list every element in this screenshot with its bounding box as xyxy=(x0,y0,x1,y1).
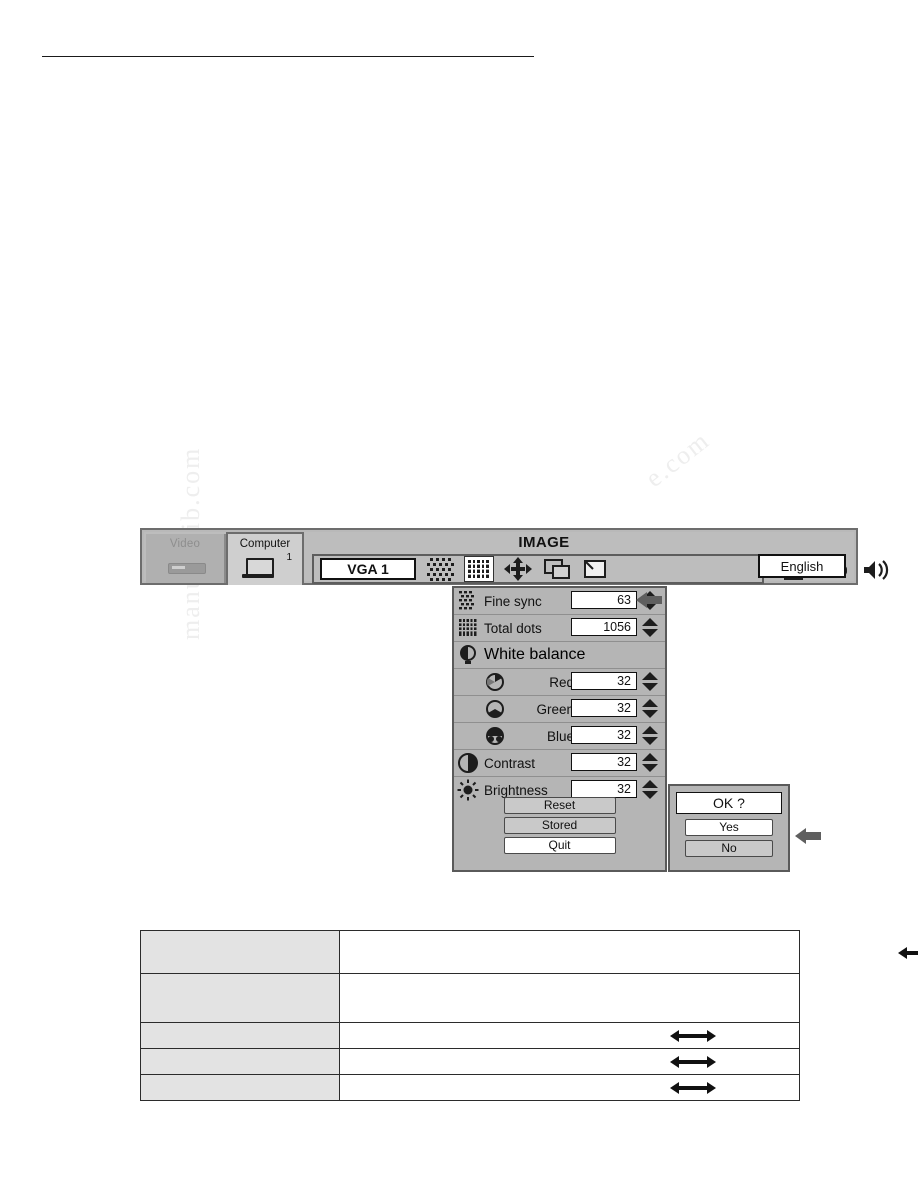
value-contrast[interactable]: 32 xyxy=(571,753,637,771)
stored-button[interactable]: Stored xyxy=(503,817,616,834)
spinner-contrast[interactable] xyxy=(642,753,660,772)
laptop-icon xyxy=(242,558,274,582)
total-dots-icon[interactable] xyxy=(464,556,494,582)
page-title: IMAGE xyxy=(518,534,570,551)
row-label-fine-sync: Fine sync xyxy=(484,593,542,609)
value-total-dots[interactable]: 1056 xyxy=(571,618,637,636)
quit-button[interactable]: Quit xyxy=(503,837,616,854)
screen-icon[interactable] xyxy=(542,556,572,582)
pointer-arrow-yes xyxy=(795,828,821,844)
double-arrow-icon xyxy=(670,1056,716,1068)
table-row xyxy=(140,1022,800,1049)
osd-menu-bar-inner: Video Computer 1 IMAGE VGA 1 English xyxy=(144,532,889,585)
yes-button[interactable]: Yes xyxy=(685,819,773,836)
reset-button[interactable]: Reset xyxy=(503,797,616,814)
vcr-icon xyxy=(168,560,206,574)
value-green[interactable]: 32 xyxy=(571,699,637,717)
row-contrast[interactable]: Contrast 32 xyxy=(454,750,665,777)
no-button[interactable]: No xyxy=(685,840,773,857)
tab-computer-number: 1 xyxy=(286,552,292,563)
green-icon xyxy=(484,698,508,720)
volume-icon[interactable] xyxy=(861,557,897,583)
row-fine-sync[interactable]: Fine sync 63 xyxy=(454,588,665,615)
red-icon xyxy=(484,671,508,693)
osd-icon-group: VGA 1 xyxy=(312,554,764,584)
position-icon[interactable] xyxy=(503,556,533,582)
fine-sync-icon[interactable] xyxy=(425,556,455,582)
double-arrow-icon xyxy=(670,1082,716,1094)
row-label-blue: Blue xyxy=(546,728,574,744)
row-green[interactable]: Green 32 xyxy=(454,696,665,723)
confirm-dialog: OK ? Yes No xyxy=(668,784,790,872)
blue-icon xyxy=(484,725,508,747)
row-red[interactable]: Red 32 xyxy=(454,669,665,696)
table-cell-content xyxy=(339,930,918,974)
value-fine-sync[interactable]: 63 xyxy=(571,591,637,609)
double-arrow-icon xyxy=(670,1030,716,1042)
fine-sync-icon xyxy=(456,589,482,613)
pointer-arrow-fine-sync xyxy=(636,592,662,608)
spinner-blue[interactable] xyxy=(642,726,660,745)
table-cell-label xyxy=(140,973,340,1023)
row-label-red: Red xyxy=(549,674,574,690)
table-row xyxy=(140,1048,800,1075)
table-cell-content xyxy=(339,1074,800,1101)
tab-video[interactable]: Video xyxy=(146,534,226,583)
table-cell-label xyxy=(140,1048,340,1075)
table-cell-content xyxy=(339,1022,800,1049)
image-adjust-buttons: Reset Stored Quit xyxy=(454,788,665,857)
double-arrow-icon xyxy=(898,947,918,959)
value-red[interactable]: 32 xyxy=(571,672,637,690)
table-cell-label xyxy=(140,1074,340,1101)
contrast-icon xyxy=(456,751,482,775)
tab-video-label: Video xyxy=(169,538,201,550)
blank-icon[interactable] xyxy=(581,556,611,582)
watermark-right: e.com xyxy=(640,425,716,493)
tab-computer-label: Computer xyxy=(239,538,291,550)
row-label-contrast: Contrast xyxy=(484,755,536,771)
row-total-dots[interactable]: Total dots 1056 xyxy=(454,615,665,642)
table-cell-content xyxy=(339,1048,800,1075)
row-label-total-dots: Total dots xyxy=(484,620,542,636)
row-white-balance: White balance xyxy=(454,642,665,669)
total-dots-icon xyxy=(456,616,482,640)
spinner-total-dots[interactable] xyxy=(642,618,660,637)
row-blue[interactable]: Blue 32 xyxy=(454,723,665,750)
white-balance-icon xyxy=(456,643,482,667)
table-cell-label xyxy=(140,1022,340,1049)
spinner-red[interactable] xyxy=(642,672,660,691)
tab-computer[interactable]: Computer 1 xyxy=(226,532,304,585)
confirm-title: OK ? xyxy=(676,792,782,814)
spinner-green[interactable] xyxy=(642,699,660,718)
table-cell-label xyxy=(140,930,340,974)
language-value[interactable]: English xyxy=(758,554,846,578)
value-blue[interactable]: 32 xyxy=(571,726,637,744)
row-label-white-balance: White balance xyxy=(484,646,586,663)
osd-menu-bar: Video Computer 1 IMAGE VGA 1 English xyxy=(140,528,889,585)
row-label-green: Green xyxy=(536,701,574,717)
image-adjust-panel: Fine sync 63 Total dots 1056 White balan… xyxy=(452,586,667,872)
table-row xyxy=(140,1074,800,1101)
table-cell-content xyxy=(339,973,800,1023)
bottom-table xyxy=(140,930,918,1101)
source-value[interactable]: VGA 1 xyxy=(320,558,416,580)
table-row xyxy=(140,973,800,1023)
table-row xyxy=(140,930,918,974)
header-rule xyxy=(42,56,534,57)
